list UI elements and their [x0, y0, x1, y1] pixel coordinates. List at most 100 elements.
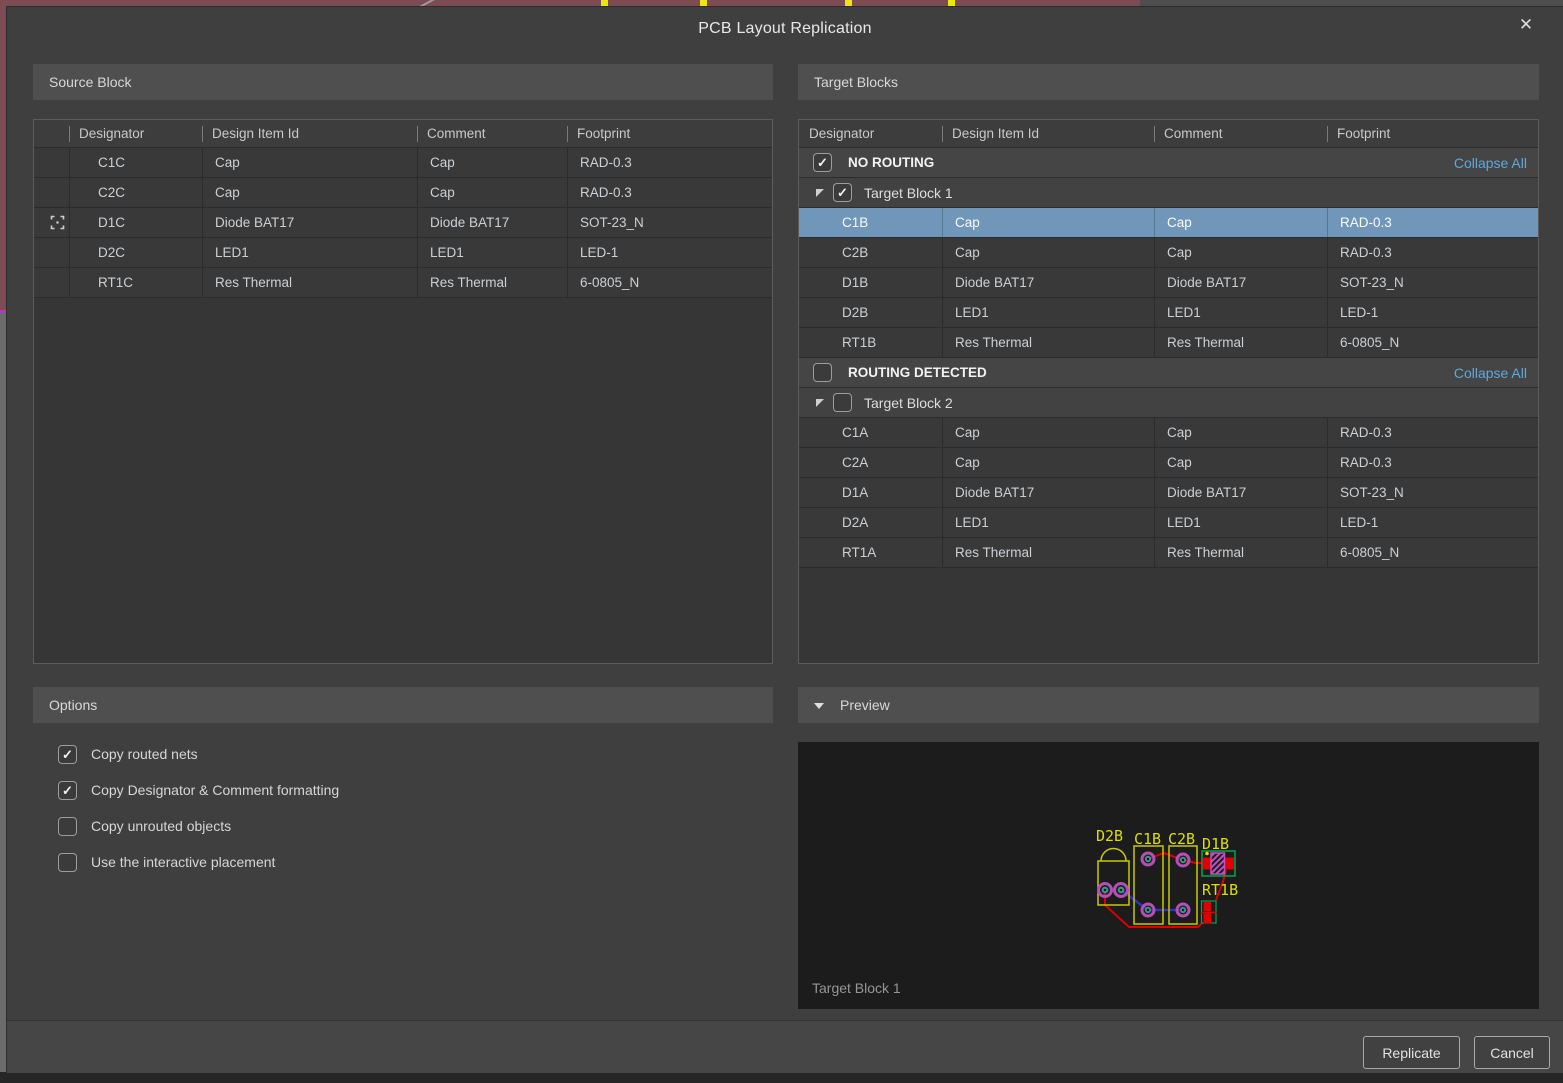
pcb-label-rt1b: RT1B	[1202, 881, 1238, 899]
column-header[interactable]: Designator	[69, 120, 202, 147]
close-icon[interactable]: ✕	[1515, 14, 1537, 36]
cell-design-item-id: LED1	[942, 508, 1154, 537]
cell-footprint: 6-0805_N	[1327, 538, 1538, 567]
cell-footprint: 6-0805_N	[567, 268, 772, 297]
cell-comment: Res Thermal	[1154, 538, 1327, 567]
collapse-all-link[interactable]: Collapse All	[1454, 365, 1527, 381]
expand-triangle-icon[interactable]	[816, 399, 824, 407]
cell-designator: C1C	[69, 148, 202, 177]
crosshair-icon	[50, 215, 65, 230]
pcb-preview-canvas: D2B C1B C2B D1B RT1B Target Block 1	[798, 742, 1539, 1009]
block-checkbox[interactable]: ✓	[833, 183, 852, 202]
cell-design-item-id: Diode BAT17	[942, 478, 1154, 507]
cell-design-item-id: Res Thermal	[942, 328, 1154, 357]
options-label: Options	[49, 697, 97, 713]
dialog-footer: Replicate Cancel	[7, 1020, 1563, 1073]
pcb-label-d1b: D1B	[1202, 835, 1229, 853]
cell-design-item-id: Diode BAT17	[202, 208, 417, 237]
group-checkbox[interactable]: ✓	[813, 153, 832, 172]
cell-comment: Cap	[1154, 208, 1327, 237]
option-row[interactable]: ✓Copy unrouted objects	[58, 815, 231, 837]
option-checkbox[interactable]: ✓	[58, 745, 77, 764]
option-checkbox[interactable]: ✓	[58, 781, 77, 800]
cell-comment: Cap	[1154, 418, 1327, 447]
target-table-row[interactable]: RT1ARes ThermalRes Thermal6-0805_N	[799, 538, 1538, 568]
cell-designator: RT1A	[799, 538, 942, 567]
option-row[interactable]: ✓Copy Designator & Comment formatting	[58, 779, 339, 801]
cancel-button[interactable]: Cancel	[1474, 1036, 1550, 1069]
cell-footprint: RAD-0.3	[567, 178, 772, 207]
column-header[interactable]: Comment	[1154, 120, 1327, 147]
source-table-row[interactable]: D2CLED1LED1LED-1	[34, 238, 772, 268]
target-table-row[interactable]: C1ACapCapRAD-0.3	[799, 418, 1538, 448]
row-icon-cell	[34, 268, 69, 297]
cell-design-item-id: Res Thermal	[942, 538, 1154, 567]
block-checkbox[interactable]: ✓	[833, 393, 852, 412]
option-row[interactable]: ✓ Use the interactive placement	[58, 851, 275, 873]
cell-design-item-id: Cap	[942, 448, 1154, 477]
option-checkbox[interactable]: ✓	[58, 853, 77, 872]
option-checkbox[interactable]: ✓	[58, 817, 77, 836]
cell-comment: LED1	[1154, 508, 1327, 537]
column-header[interactable]: Design Item Id	[942, 120, 1154, 147]
column-header-spacer	[34, 120, 69, 147]
source-table-row[interactable]: RT1CRes ThermalRes Thermal6-0805_N	[34, 268, 772, 298]
option-label: Copy routed nets	[91, 746, 198, 762]
cell-comment: Diode BAT17	[1154, 478, 1327, 507]
group-row[interactable]: ✓ROUTING DETECTEDCollapse All	[799, 358, 1538, 388]
pcb-pads	[1099, 853, 1190, 916]
cell-design-item-id: Cap	[202, 148, 417, 177]
option-row[interactable]: ✓ Copy routed nets	[58, 743, 198, 765]
cell-designator: C2A	[799, 448, 942, 477]
cell-comment: Diode BAT17	[417, 208, 567, 237]
target-table-row[interactable]: C1BCapCapRAD-0.3	[799, 208, 1538, 238]
pcb-label-d2b: D2B	[1096, 827, 1123, 845]
cell-design-item-id: Cap	[942, 208, 1154, 237]
cell-design-item-id: Diode BAT17	[942, 268, 1154, 297]
row-icon-cell	[34, 208, 69, 237]
source-table-row[interactable]: C1CCapCapRAD-0.3	[34, 148, 772, 178]
cell-design-item-id: Cap	[202, 178, 417, 207]
column-header[interactable]: Footprint	[567, 120, 772, 147]
group-row[interactable]: ✓ NO ROUTING Collapse All	[799, 148, 1538, 178]
target-blocks-table: DesignatorDesign Item IdCommentFootprint…	[798, 119, 1539, 664]
cell-footprint: SOT-23_N	[1327, 478, 1538, 507]
block-row[interactable]: ✓Target Block 2	[799, 388, 1538, 418]
pcb-label-c2b: C2B	[1168, 830, 1195, 848]
cell-design-item-id: LED1	[942, 298, 1154, 327]
cell-designator: RT1C	[69, 268, 202, 297]
column-header[interactable]: Designator	[799, 120, 942, 147]
target-table-row[interactable]: C2ACapCapRAD-0.3	[799, 448, 1538, 478]
cell-footprint: RAD-0.3	[1327, 238, 1538, 267]
checkmark-icon: ✓	[62, 748, 73, 761]
source-table-row[interactable]: C2CCapCapRAD-0.3	[34, 178, 772, 208]
target-table-row[interactable]: D2BLED1LED1LED-1	[799, 298, 1538, 328]
block-row[interactable]: ✓ Target Block 1	[799, 178, 1538, 208]
cell-comment: LED1	[1154, 298, 1327, 327]
cell-footprint: LED-1	[567, 238, 772, 267]
option-label: Use the interactive placement	[91, 854, 275, 870]
target-table-row[interactable]: D2ALED1LED1LED-1	[799, 508, 1538, 538]
cell-designator: C2C	[69, 178, 202, 207]
expand-triangle-icon[interactable]	[816, 189, 824, 197]
column-header[interactable]: Footprint	[1327, 120, 1538, 147]
pcb-layout-replication-dialog: PCB Layout Replication ✕ Source Block Ta…	[6, 6, 1563, 1072]
preview-section-header[interactable]: Preview	[798, 687, 1539, 723]
group-label: NO ROUTING	[848, 155, 934, 170]
target-table-header: DesignatorDesign Item IdCommentFootprint	[799, 120, 1538, 148]
group-checkbox[interactable]: ✓	[813, 363, 832, 382]
column-header[interactable]: Design Item Id	[202, 120, 417, 147]
cell-design-item-id: LED1	[202, 238, 417, 267]
column-header[interactable]: Comment	[417, 120, 567, 147]
source-table-row[interactable]: D1CDiode BAT17Diode BAT17SOT-23_N	[34, 208, 772, 238]
cell-designator: D1B	[799, 268, 942, 297]
target-table-row[interactable]: C2BCapCapRAD-0.3	[799, 238, 1538, 268]
replicate-button[interactable]: Replicate	[1363, 1036, 1460, 1069]
collapse-all-link[interactable]: Collapse All	[1454, 155, 1527, 171]
target-table-row[interactable]: D1BDiode BAT17Diode BAT17SOT-23_N	[799, 268, 1538, 298]
target-table-row[interactable]: D1ADiode BAT17Diode BAT17SOT-23_N	[799, 478, 1538, 508]
preview-label: Preview	[840, 697, 890, 713]
target-table-row[interactable]: RT1BRes ThermalRes Thermal6-0805_N	[799, 328, 1538, 358]
cell-design-item-id: Cap	[942, 418, 1154, 447]
block-label: Target Block 1	[864, 185, 953, 201]
